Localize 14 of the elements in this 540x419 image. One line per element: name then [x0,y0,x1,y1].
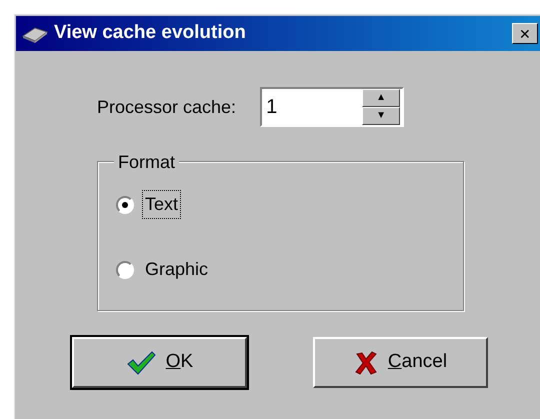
radio-label[interactable]: Text [142,190,182,219]
radio-label[interactable]: Graphic [142,255,212,284]
cancel-button[interactable]: Cancel [313,337,488,388]
window-title: View cache evolution [54,21,246,46]
spin-up-button[interactable]: ▲ [362,89,400,107]
checkmark-icon [126,350,156,374]
cross-icon [354,350,378,374]
radio-circle[interactable] [116,196,134,214]
processor-cache-label: Processor cache: [97,96,236,118]
radio-circle[interactable] [116,260,134,278]
ok-button[interactable]: OK [72,337,247,388]
close-button[interactable]: ✕ [512,23,538,44]
processor-cache-spinner[interactable]: 1 ▲ ▼ [260,87,404,127]
spin-down-button[interactable]: ▼ [362,107,400,125]
